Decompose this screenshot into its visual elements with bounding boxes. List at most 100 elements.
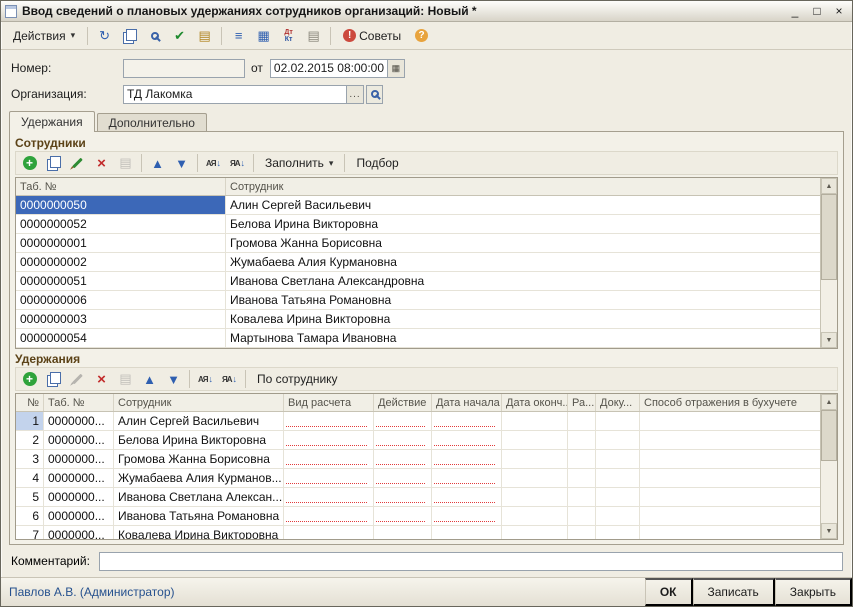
organization-input[interactable] — [123, 85, 347, 104]
deduction-tabno-cell[interactable]: 0000000... — [44, 450, 114, 468]
deduction-calc-kind-cell[interactable] — [284, 526, 374, 540]
deduction-date-end-cell[interactable] — [502, 526, 568, 540]
add-row-button[interactable]: + — [18, 152, 41, 174]
column-header-tabno[interactable]: Таб. № — [16, 178, 226, 195]
deduction-num-cell[interactable]: 2 — [16, 431, 44, 449]
copy-row-button[interactable] — [42, 368, 65, 390]
employee-tabno-cell[interactable]: 0000000002 — [16, 253, 226, 271]
deduction-tabno-cell[interactable]: 0000000... — [44, 412, 114, 430]
deduction-name-cell[interactable]: Алин Сергей Васильевич — [114, 412, 284, 430]
employee-name-cell[interactable]: Мартынова Тамара Ивановна — [226, 329, 820, 347]
delete-row-button[interactable]: × — [90, 368, 113, 390]
deduction-action-cell[interactable] — [374, 431, 432, 449]
deduction-tabno-cell[interactable]: 0000000... — [44, 431, 114, 449]
column-header-date-start[interactable]: Дата начала — [432, 394, 502, 411]
deduction-name-cell[interactable]: Ковалева Ирина Викторовна — [114, 526, 284, 540]
deduction-date-end-cell[interactable] — [502, 488, 568, 506]
employee-name-cell[interactable]: Белова Ирина Викторовна — [226, 215, 820, 233]
scroll-thumb[interactable] — [821, 410, 837, 461]
deduction-name-cell[interactable]: Громова Жанна Борисовна — [114, 450, 284, 468]
employee-tabno-cell[interactable]: 0000000052 — [16, 215, 226, 233]
table-row[interactable]: 4 0000000... Жумабаева Алия Курманов... — [16, 469, 820, 488]
deduction-document-cell[interactable] — [596, 526, 640, 540]
pick-button[interactable]: Подбор — [349, 152, 405, 174]
close-button[interactable]: × — [832, 3, 846, 19]
scroll-down-button[interactable]: ▼ — [821, 523, 837, 539]
deduction-tabno-cell[interactable]: 0000000... — [44, 526, 114, 540]
check-fill-button[interactable]: ✔ — [168, 25, 191, 47]
deduction-num-cell[interactable]: 3 — [16, 450, 44, 468]
deduction-document-cell[interactable] — [596, 412, 640, 430]
column-header-document[interactable]: Доку... — [596, 394, 640, 411]
scroll-up-button[interactable]: ▲ — [821, 178, 837, 194]
table-row[interactable]: 7 0000000... Ковалева Ирина Викторовна — [16, 526, 820, 540]
titlebar[interactable]: Ввод сведений о плановых удержаниях сотр… — [1, 1, 852, 22]
employee-name-cell[interactable]: Громова Жанна Борисовна — [226, 234, 820, 252]
reread-button[interactable]: ↻ — [93, 25, 116, 47]
deduction-size-cell[interactable] — [568, 488, 596, 506]
comment-input[interactable] — [99, 552, 843, 571]
deduction-reflection-cell[interactable] — [640, 469, 820, 487]
by-employee-button[interactable]: По сотруднику — [250, 368, 345, 390]
deduction-reflection-cell[interactable] — [640, 507, 820, 525]
deduction-action-cell[interactable] — [374, 412, 432, 430]
calendar-button[interactable]: ▦ — [388, 59, 405, 78]
deduction-document-cell[interactable] — [596, 469, 640, 487]
employee-tabno-cell[interactable]: 0000000001 — [16, 234, 226, 252]
tips-button[interactable]: ! Советы — [336, 25, 408, 47]
deduction-name-cell[interactable]: Белова Ирина Викторовна — [114, 431, 284, 449]
sort-asc-button[interactable]: АЯ↓ — [202, 152, 225, 174]
organization-lookup-button[interactable]: ... — [347, 85, 364, 104]
table-row[interactable]: 0000000054 Мартынова Тамара Ивановна — [16, 329, 820, 348]
ok-button[interactable]: ОК — [645, 578, 693, 606]
table-row[interactable]: 0000000052 Белова Ирина Викторовна — [16, 215, 820, 234]
deduction-tabno-cell[interactable]: 0000000... — [44, 469, 114, 487]
deduction-name-cell[interactable]: Иванова Татьяна Романовна — [114, 507, 284, 525]
minimize-button[interactable]: _ — [788, 3, 802, 19]
column-header-action[interactable]: Действие — [374, 394, 432, 411]
fill-button[interactable]: Заполнить ▾ — [258, 152, 340, 174]
deduction-num-cell[interactable]: 5 — [16, 488, 44, 506]
date-input[interactable] — [270, 59, 388, 78]
close-window-button[interactable]: Закрыть — [775, 578, 852, 606]
deduction-name-cell[interactable]: Жумабаева Алия Курманов... — [114, 469, 284, 487]
column-header-size[interactable]: Ра... — [568, 394, 596, 411]
deduction-date-start-cell[interactable] — [432, 526, 502, 540]
end-edit-button[interactable]: ▤ — [114, 152, 137, 174]
deduction-size-cell[interactable] — [568, 469, 596, 487]
deduction-tabno-cell[interactable]: 0000000... — [44, 507, 114, 525]
deduction-action-cell[interactable] — [374, 469, 432, 487]
organization-search-button[interactable] — [366, 85, 383, 104]
find-button[interactable] — [143, 25, 166, 47]
table-row[interactable]: 0000000051 Иванова Светлана Александровн… — [16, 272, 820, 291]
deduction-action-cell[interactable] — [374, 507, 432, 525]
column-header-employee[interactable]: Сотрудник — [114, 394, 284, 411]
employee-name-cell[interactable]: Алин Сергей Васильевич — [226, 196, 820, 214]
table-row[interactable]: 6 0000000... Иванова Татьяна Романовна — [16, 507, 820, 526]
vertical-scrollbar[interactable]: ▲ ▼ — [820, 178, 837, 348]
actions-button[interactable]: Действия ▾ — [6, 25, 82, 47]
deduction-size-cell[interactable] — [568, 431, 596, 449]
column-header-date-end[interactable]: Дата оконч... — [502, 394, 568, 411]
table-row[interactable]: 0000000003 Ковалева Ирина Викторовна — [16, 310, 820, 329]
move-down-button[interactable]: ▼ — [162, 368, 185, 390]
scroll-track[interactable] — [821, 194, 837, 332]
employee-tabno-cell[interactable]: 0000000054 — [16, 329, 226, 347]
deduction-num-cell[interactable]: 7 — [16, 526, 44, 540]
deduction-date-end-cell[interactable] — [502, 469, 568, 487]
report-button[interactable]: ▤ — [302, 25, 325, 47]
deduction-reflection-cell[interactable] — [640, 412, 820, 430]
deduction-tabno-cell[interactable]: 0000000... — [44, 488, 114, 506]
edit-row-button[interactable] — [66, 152, 89, 174]
column-header-employee[interactable]: Сотрудник — [226, 178, 820, 195]
employee-tabno-cell[interactable]: 0000000003 — [16, 310, 226, 328]
deduction-action-cell[interactable] — [374, 488, 432, 506]
column-header-num[interactable]: № — [16, 394, 44, 411]
sort-desc-button[interactable]: ЯА↓ — [226, 152, 249, 174]
deduction-reflection-cell[interactable] — [640, 526, 820, 540]
scroll-track[interactable] — [821, 410, 837, 523]
end-edit-button[interactable]: ▤ — [114, 368, 137, 390]
tab-deductions[interactable]: Удержания — [9, 111, 95, 132]
move-down-button[interactable]: ▼ — [170, 152, 193, 174]
table-row[interactable]: 0000000002 Жумабаева Алия Курмановна — [16, 253, 820, 272]
